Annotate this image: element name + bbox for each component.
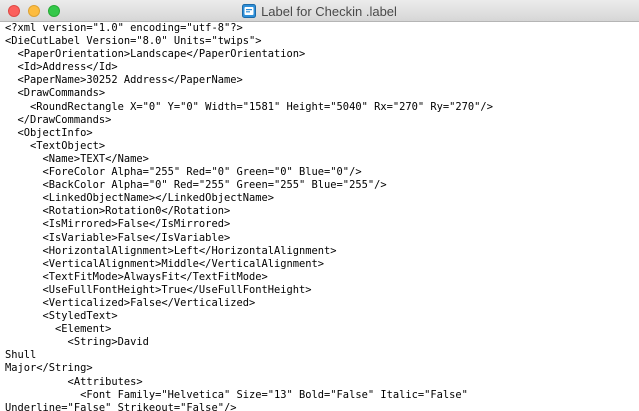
text-line: </DrawCommands> — [5, 113, 112, 126]
text-line: <Rotation>Rotation0</Rotation> — [5, 205, 231, 218]
label-document-icon[interactable] — [242, 4, 257, 18]
text-line: <IsMirrored>False</IsMirrored> — [5, 218, 231, 231]
text-line: <Font Family="Helvetica" Size="13" Bold=… — [5, 388, 468, 401]
document-text-area[interactable]: <?xml version="1.0" encoding="utf-8"?> <D… — [0, 22, 639, 411]
text-line: <TextObject> — [5, 139, 106, 152]
text-line: <BackColor Alpha="0" Red="255" Green="25… — [5, 179, 387, 192]
text-line: <ObjectInfo> — [5, 126, 93, 139]
text-line: <String>David — [5, 336, 149, 349]
text-editor-window: Label for Checkin .label <?xml version="… — [0, 0, 639, 411]
text-line: <Id>Address</Id> — [5, 61, 118, 74]
text-line: <DrawCommands> — [5, 87, 106, 100]
text-line: <StyledText> — [5, 310, 118, 323]
text-line: <PaperName>30252 Address</PaperName> — [5, 74, 243, 87]
text-line: <TextFitMode>AlwaysFit</TextFitMode> — [5, 270, 268, 283]
title-bar[interactable]: Label for Checkin .label — [0, 0, 639, 22]
text-line: <DieCutLabel Version="8.0" Units="twips"… — [5, 35, 262, 48]
text-line: <?xml version="1.0" encoding="utf-8"?> — [5, 22, 243, 34]
text-line: <ForeColor Alpha="255" Red="0" Green="0"… — [5, 166, 362, 179]
text-line: <Name>TEXT</Name> — [5, 152, 149, 165]
text-line: Major</String> — [5, 362, 93, 375]
window-title-group: Label for Checkin .label — [0, 0, 639, 22]
text-line: <PaperOrientation>Landscape</PaperOrient… — [5, 48, 306, 61]
text-line: Shull — [5, 349, 37, 362]
text-line: <UseFullFontHeight>True</UseFullFontHeig… — [5, 283, 312, 296]
text-line: <LinkedObjectName></LinkedObjectName> — [5, 192, 274, 205]
text-line: <Element> — [5, 323, 112, 336]
text-line: <Verticalized>False</Verticalized> — [5, 296, 256, 309]
text-line: <IsVariable>False</IsVariable> — [5, 231, 231, 244]
window-title: Label for Checkin .label — [261, 3, 397, 19]
text-line: <RoundRectangle X="0" Y="0" Width="1581"… — [5, 100, 493, 113]
text-line: <Attributes> — [5, 375, 143, 388]
text-line: Underline="False" Strikeout="False"/> — [5, 401, 237, 411]
text-line: <VerticalAlignment>Middle</VerticalAlign… — [5, 257, 325, 270]
text-line: <HorizontalAlignment>Left</HorizontalAli… — [5, 244, 337, 257]
